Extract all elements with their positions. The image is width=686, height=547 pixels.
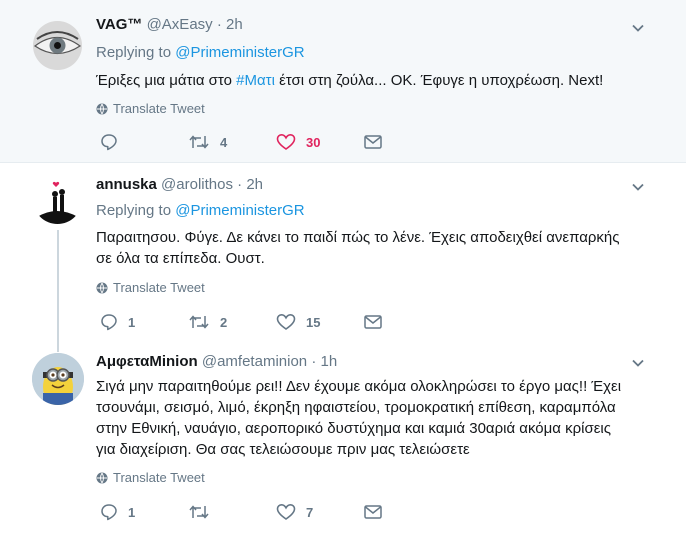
- reply-icon: [101, 314, 117, 331]
- tweet-text: Έριξες μια μάτια στο #Ματι έτσι στη ζούλ…: [96, 72, 604, 89]
- replying-to: Replying to @PrimeministerGR: [96, 202, 305, 219]
- heart-icon: [276, 503, 296, 520]
- display-name[interactable]: VAG™: [96, 16, 142, 33]
- retweet-icon: [189, 135, 209, 149]
- tweet-header: VAG™ @AxEasy · 2h: [96, 16, 243, 33]
- display-name[interactable]: annuska: [96, 176, 157, 193]
- reply-icon: [101, 134, 117, 151]
- replying-to: Replying to @PrimeministerGR: [96, 44, 305, 61]
- globe-icon: [96, 282, 108, 294]
- timestamp[interactable]: 2h: [246, 176, 263, 193]
- reply-button[interactable]: [100, 132, 128, 152]
- avatar[interactable]: [32, 353, 84, 405]
- heart-icon: [276, 133, 296, 150]
- thread-line: [57, 343, 59, 352]
- retweet-button[interactable]: 2: [188, 312, 227, 332]
- retweet-icon: [189, 315, 209, 329]
- reply-count: 1: [128, 314, 136, 330]
- direct-message-button[interactable]: [364, 132, 392, 152]
- chevron-down-icon[interactable]: [630, 179, 646, 195]
- tweet[interactable]: VAG™ @AxEasy · 2h Replying to @Primemini…: [0, 0, 686, 163]
- translate-tweet-link[interactable]: Translate Tweet: [96, 280, 205, 295]
- avatar[interactable]: [33, 175, 82, 224]
- like-count: 7: [306, 504, 314, 520]
- user-handle[interactable]: @arolithos: [161, 176, 233, 193]
- reply-count: 1: [128, 504, 136, 520]
- tweet-text: Παραιτησου. Φύγε. Δε κάνει το παιδί πώς …: [96, 229, 620, 267]
- timestamp[interactable]: 1h: [320, 353, 337, 370]
- like-count: 15: [306, 314, 321, 330]
- translate-tweet-link[interactable]: Translate Tweet: [96, 101, 205, 116]
- heart-icon: [276, 313, 296, 330]
- user-handle[interactable]: @AxEasy: [147, 16, 213, 33]
- translate-tweet-link[interactable]: Translate Tweet: [96, 470, 205, 485]
- tweet-actions: 1 2 15: [100, 312, 400, 332]
- mention-link[interactable]: @PrimeministerGR: [175, 202, 304, 219]
- tweet-header: annuska @arolithos · 2h: [96, 176, 263, 193]
- retweet-icon: [189, 505, 209, 519]
- tweet-text: Σιγά μην παραιτηθούμε ρει!! Δεν έχουμε α…: [96, 378, 622, 458]
- tweet-actions: 1 7: [100, 502, 400, 522]
- chevron-down-icon[interactable]: [630, 20, 646, 36]
- like-button[interactable]: 15: [276, 312, 320, 332]
- tweet-header: ΑμφεταMinion @amfetaminion · 1h: [96, 353, 338, 370]
- display-name[interactable]: ΑμφεταMinion: [96, 353, 198, 370]
- thread-line: [57, 230, 59, 343]
- tweet-actions: 4 30: [100, 132, 400, 152]
- avatar[interactable]: [33, 21, 82, 70]
- like-button[interactable]: 30: [276, 132, 320, 152]
- timestamp[interactable]: 2h: [226, 16, 243, 33]
- envelope-icon: [364, 315, 382, 329]
- globe-icon: [96, 103, 108, 115]
- globe-icon: [96, 472, 108, 484]
- chevron-down-icon[interactable]: [630, 355, 646, 371]
- retweet-count: 4: [220, 134, 228, 150]
- envelope-icon: [364, 505, 382, 519]
- tweet[interactable]: annuska @arolithos · 2h Replying to @Pri…: [0, 163, 686, 343]
- retweet-button[interactable]: 4: [188, 132, 227, 152]
- reply-icon: [101, 504, 117, 521]
- hashtag-link[interactable]: #Ματι: [236, 72, 275, 89]
- retweet-button[interactable]: [188, 502, 220, 522]
- like-count: 30: [306, 134, 321, 150]
- direct-message-button[interactable]: [364, 502, 392, 522]
- direct-message-button[interactable]: [364, 312, 392, 332]
- reply-button[interactable]: 1: [100, 312, 135, 332]
- retweet-count: 2: [220, 314, 228, 330]
- envelope-icon: [364, 135, 382, 149]
- user-handle[interactable]: @amfetaminion: [202, 353, 307, 370]
- reply-button[interactable]: 1: [100, 502, 135, 522]
- tweet[interactable]: ΑμφεταMinion @amfetaminion · 1h Σιγά μην…: [0, 343, 686, 547]
- like-button[interactable]: 7: [276, 502, 313, 522]
- mention-link[interactable]: @PrimeministerGR: [175, 44, 304, 61]
